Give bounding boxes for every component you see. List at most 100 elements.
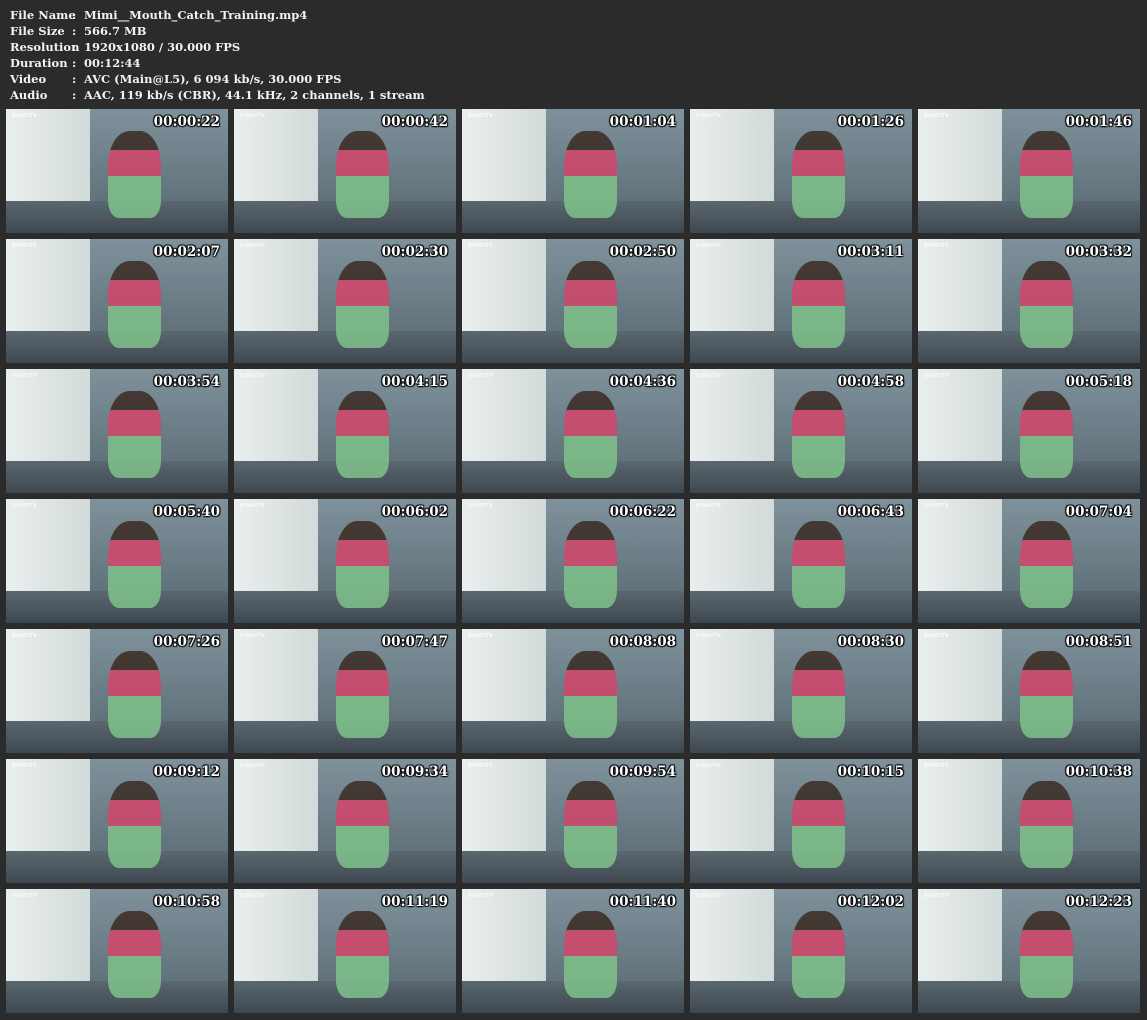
- thumbnail-timestamp: 00:03:54: [153, 374, 220, 390]
- watermark-logo: KINKITV: [924, 763, 950, 769]
- info-label: File Name: [10, 8, 76, 22]
- watermark-logo: KINKITV: [12, 373, 38, 379]
- video-thumbnail: KINKITV 00:03:54: [6, 369, 228, 493]
- thumbnail-scene-figure: [1020, 131, 1074, 219]
- info-row: File Size:566.7 MB: [10, 23, 425, 39]
- thumbnail-scene-figure: [108, 651, 162, 739]
- thumbnail-timestamp: 00:09:54: [609, 764, 676, 780]
- watermark-logo: KINKITV: [12, 503, 38, 509]
- video-thumbnail: KINKITV 00:01:04: [462, 109, 684, 233]
- thumbnail-scene-figure: [792, 781, 846, 869]
- thumbnail-scene-figure: [564, 911, 618, 999]
- info-row: Video: AVC (Main@L5), 6 094 kb/s, 30.000 …: [10, 71, 425, 87]
- video-thumbnail: KINKITV 00:12:02: [690, 889, 912, 1013]
- video-thumbnail: KINKITV 00:10:15: [690, 759, 912, 883]
- thumbnail-scene-wall-l: [690, 629, 775, 726]
- thumbnail-scene-figure: [336, 781, 390, 869]
- video-thumbnail: KINKITV 00:03:11: [690, 239, 912, 363]
- video-thumbnail: KINKITV 00:09:54: [462, 759, 684, 883]
- info-value: AAC, 119 kb/s (CBR), 44.1 kHz, 2 channel…: [84, 88, 425, 102]
- thumbnail-timestamp: 00:07:26: [153, 634, 220, 650]
- thumbnail-scene-wall-l: [234, 499, 319, 596]
- thumbnail-grid: KINKITV 00:00:22 KINKITV 00:00:42 KINKITV 00:…: [6, 109, 1140, 1013]
- watermark-logo: KINKITV: [240, 243, 266, 249]
- thumbnail-scene-wall-l: [690, 499, 775, 596]
- thumbnail-scene-wall-l: [690, 239, 775, 336]
- info-label: Resolution: [10, 40, 80, 54]
- watermark-logo: KINKITV: [924, 243, 950, 249]
- thumbnail-scene-wall-l: [234, 759, 319, 856]
- info-separator: :: [72, 56, 77, 70]
- thumbnail-scene-figure: [1020, 911, 1074, 999]
- video-thumbnail: KINKITV 00:02:07: [6, 239, 228, 363]
- watermark-logo: KINKITV: [12, 243, 38, 249]
- info-label: Audio: [10, 88, 48, 102]
- thumbnail-timestamp: 00:07:04: [1065, 504, 1132, 520]
- video-thumbnail: KINKITV 00:06:43: [690, 499, 912, 623]
- video-thumbnail: KINKITV 00:07:26: [6, 629, 228, 753]
- watermark-logo: KINKITV: [240, 763, 266, 769]
- thumbnail-scene-figure: [1020, 521, 1074, 609]
- thumbnail-scene-figure: [792, 391, 846, 479]
- thumbnail-scene-figure: [792, 911, 846, 999]
- thumbnail-scene-figure: [792, 651, 846, 739]
- thumbnail-scene-wall-l: [918, 629, 1003, 726]
- video-thumbnail: KINKITV 00:09:12: [6, 759, 228, 883]
- thumbnail-scene-wall-l: [690, 889, 775, 986]
- thumbnail-scene-wall-l: [234, 369, 319, 466]
- info-separator: :: [72, 40, 77, 54]
- video-thumbnail: KINKITV 00:02:50: [462, 239, 684, 363]
- thumbnail-timestamp: 00:01:26: [837, 114, 904, 130]
- thumbnail-scene-wall-l: [234, 629, 319, 726]
- watermark-logo: KINKITV: [468, 763, 494, 769]
- thumbnail-scene-figure: [336, 261, 390, 349]
- file-info-panel: File Name: Mimi__Mouth_Catch_Training.mp4…: [10, 7, 425, 103]
- thumbnail-scene-wall-l: [462, 629, 547, 726]
- thumbnail-scene-wall-l: [690, 759, 775, 856]
- thumbnail-timestamp: 00:05:18: [1065, 374, 1132, 390]
- thumbnail-scene-figure: [108, 131, 162, 219]
- thumbnail-timestamp: 00:04:36: [609, 374, 676, 390]
- thumbnail-timestamp: 00:08:08: [609, 634, 676, 650]
- watermark-logo: KINKITV: [240, 373, 266, 379]
- thumbnail-scene-wall-l: [6, 889, 91, 986]
- thumbnail-timestamp: 00:02:30: [381, 244, 448, 260]
- video-thumbnail: KINKITV 00:06:02: [234, 499, 456, 623]
- thumbnail-scene-figure: [564, 391, 618, 479]
- thumbnail-timestamp: 00:07:47: [381, 634, 448, 650]
- video-thumbnail: KINKITV 00:05:18: [918, 369, 1140, 493]
- video-thumbnail: KINKITV 00:02:30: [234, 239, 456, 363]
- watermark-logo: KINKITV: [12, 113, 38, 119]
- thumbnail-timestamp: 00:03:32: [1065, 244, 1132, 260]
- thumbnail-scene-figure: [564, 781, 618, 869]
- thumbnail-scene-wall-l: [918, 369, 1003, 466]
- info-separator: :: [72, 8, 77, 22]
- info-value: Mimi__Mouth_Catch_Training.mp4: [84, 8, 308, 22]
- info-label: Duration: [10, 56, 68, 70]
- watermark-logo: KINKITV: [240, 503, 266, 509]
- thumbnail-timestamp: 00:12:23: [1065, 894, 1132, 910]
- watermark-logo: KINKITV: [696, 373, 722, 379]
- thumbnail-timestamp: 00:04:15: [381, 374, 448, 390]
- thumbnail-scene-wall-l: [462, 759, 547, 856]
- watermark-logo: KINKITV: [240, 893, 266, 899]
- video-thumbnail: KINKITV 00:00:42: [234, 109, 456, 233]
- thumbnail-timestamp: 00:06:02: [381, 504, 448, 520]
- watermark-logo: KINKITV: [924, 113, 950, 119]
- watermark-logo: KINKITV: [696, 113, 722, 119]
- thumbnail-timestamp: 00:01:46: [1065, 114, 1132, 130]
- thumbnail-scene-figure: [108, 911, 162, 999]
- thumbnail-timestamp: 00:00:42: [381, 114, 448, 130]
- video-thumbnail: KINKITV 00:10:38: [918, 759, 1140, 883]
- video-thumbnail: KINKITV 00:07:04: [918, 499, 1140, 623]
- video-thumbnail: KINKITV 00:11:19: [234, 889, 456, 1013]
- thumbnail-scene-wall-l: [234, 239, 319, 336]
- watermark-logo: KINKITV: [696, 633, 722, 639]
- info-separator: :: [72, 24, 77, 38]
- video-thumbnail: KINKITV 00:08:30: [690, 629, 912, 753]
- thumbnail-scene-figure: [108, 391, 162, 479]
- thumbnail-scene-wall-l: [462, 499, 547, 596]
- video-thumbnail: KINKITV 00:09:34: [234, 759, 456, 883]
- watermark-logo: KINKITV: [696, 243, 722, 249]
- info-row: Audio: AAC, 119 kb/s (CBR), 44.1 kHz, 2 c…: [10, 87, 425, 103]
